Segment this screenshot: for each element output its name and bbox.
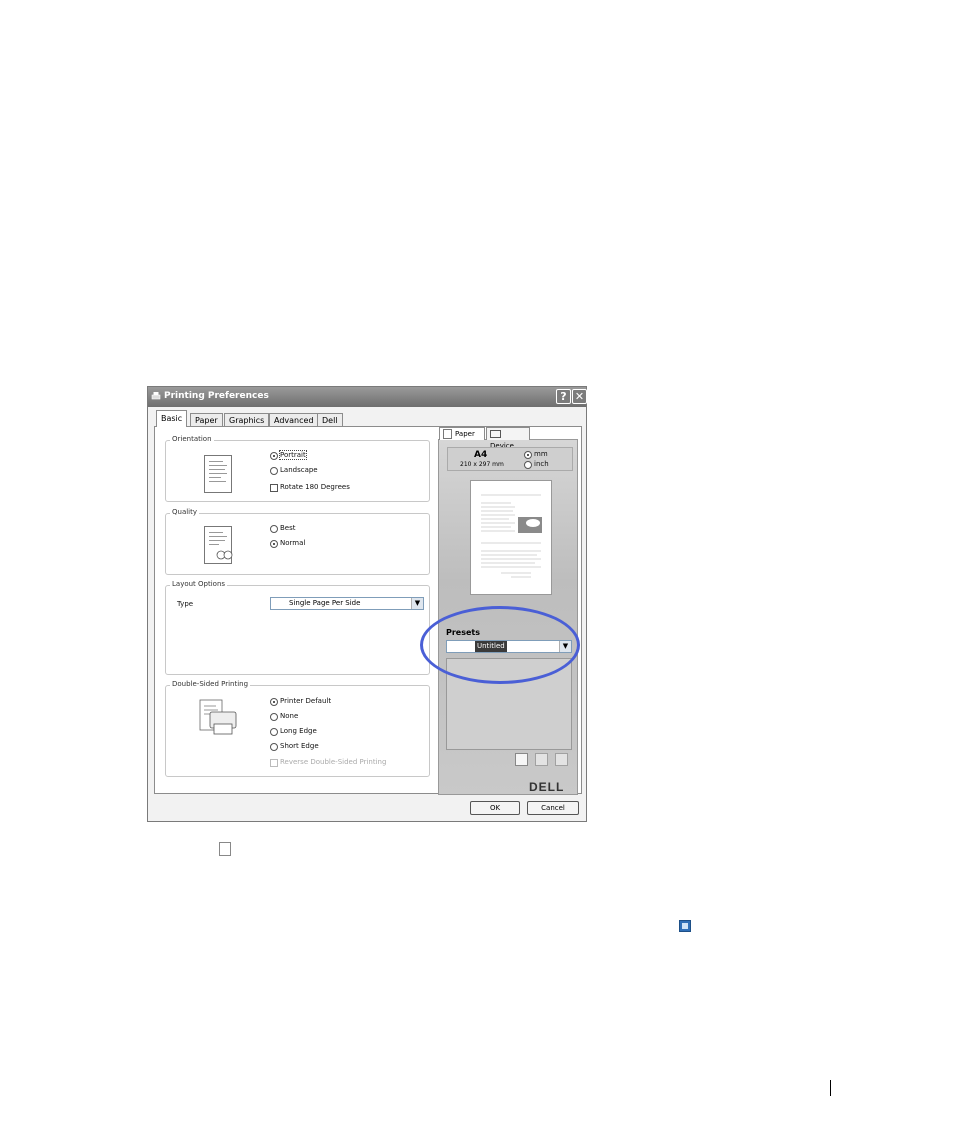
tab-dell[interactable]: Dell <box>317 413 343 426</box>
normal-label[interactable]: Normal <box>280 539 305 547</box>
save-preset-button[interactable] <box>535 753 548 766</box>
short-edge-radio[interactable] <box>270 743 278 751</box>
landscape-radio[interactable] <box>270 467 278 475</box>
dell-logo: DELL <box>529 780 565 794</box>
orientation-title: Orientation <box>170 435 214 443</box>
page-preview <box>470 480 552 595</box>
tab-preview-device[interactable]: Device <box>486 427 530 450</box>
long-edge-label[interactable]: Long Edge <box>280 727 317 735</box>
device-icon <box>490 430 501 438</box>
layout-type-select[interactable]: Single Page Per Side ▼ <box>270 597 424 610</box>
presets-highlight-ellipse <box>420 606 580 684</box>
tab-preview-paper-label: Paper <box>455 430 475 438</box>
quality-page-icon <box>204 526 233 564</box>
quality-group: Quality Best Normal <box>165 508 430 575</box>
help-button[interactable]: ? <box>556 389 571 404</box>
landscape-label[interactable]: Landscape <box>280 466 318 474</box>
double-sided-title: Double-Sided Printing <box>170 680 251 688</box>
none-radio[interactable] <box>270 713 278 721</box>
portrait-label[interactable]: Portrait <box>279 450 307 460</box>
printer-icon <box>151 392 161 400</box>
close-button[interactable]: ✕ <box>572 389 587 404</box>
unit-mm-radio[interactable] <box>524 451 532 459</box>
page-preview-content <box>481 494 542 578</box>
paper-info-box: A4 210 x 297 mm mm inch <box>447 447 573 471</box>
help-shortcut-icon <box>679 920 691 932</box>
unit-inch-radio[interactable] <box>524 461 532 469</box>
page-margin-marker <box>830 1080 831 1096</box>
layout-type-value: Single Page Per Side <box>289 599 361 607</box>
best-label[interactable]: Best <box>280 524 296 532</box>
duplex-printer-icon <box>199 699 237 735</box>
reverse-duplex-label[interactable]: Reverse Double-Sided Printing <box>280 758 386 766</box>
new-preset-icon <box>219 842 231 856</box>
title-bar[interactable]: Printing Preferences ? ✕ <box>148 387 587 407</box>
printer-default-label[interactable]: Printer Default <box>280 697 331 705</box>
ok-button[interactable]: OK <box>470 801 520 815</box>
cancel-button[interactable]: Cancel <box>527 801 579 815</box>
paper-icon <box>443 429 452 439</box>
layout-options-title: Layout Options <box>170 580 228 588</box>
paper-dimensions: 210 x 297 mm <box>460 461 504 468</box>
orientation-group: Orientation Portrait Landscape Rotate 18… <box>165 435 430 502</box>
layout-options-group: Layout Options Type Single Page Per Side… <box>165 580 430 675</box>
delete-preset-button[interactable] <box>555 753 568 766</box>
quality-title: Quality <box>170 508 200 516</box>
quality-dots-icon <box>216 550 233 560</box>
short-edge-label[interactable]: Short Edge <box>280 742 319 750</box>
layout-type-label: Type <box>177 600 194 608</box>
double-sided-group: Double-Sided Printing Printer Default No… <box>165 680 430 777</box>
printing-preferences-dialog: Printing Preferences ? ✕ Basic Paper Gra… <box>147 386 587 822</box>
portrait-radio[interactable] <box>270 452 278 460</box>
rotate-180-label[interactable]: Rotate 180 Degrees <box>280 483 350 491</box>
best-radio[interactable] <box>270 525 278 533</box>
rotate-180-checkbox[interactable] <box>270 484 278 492</box>
normal-radio[interactable] <box>270 540 278 548</box>
new-preset-button[interactable] <box>515 753 528 766</box>
unit-mm-label[interactable]: mm <box>534 450 548 458</box>
reverse-duplex-checkbox[interactable] <box>270 759 278 767</box>
tab-graphics[interactable]: Graphics <box>224 413 270 426</box>
tab-basic[interactable]: Basic <box>156 410 188 427</box>
paper-size: A4 <box>474 450 488 460</box>
window-title: Printing Preferences <box>164 391 269 401</box>
long-edge-radio[interactable] <box>270 728 278 736</box>
none-label[interactable]: None <box>280 712 298 720</box>
tab-paper[interactable]: Paper <box>190 413 223 426</box>
printer-default-radio[interactable] <box>270 698 278 706</box>
unit-inch-label[interactable]: inch <box>534 460 549 468</box>
chevron-down-icon[interactable]: ▼ <box>411 598 423 609</box>
tab-advanced[interactable]: Advanced <box>269 413 319 426</box>
portrait-page-icon <box>204 455 232 493</box>
tab-preview-paper[interactable]: Paper <box>439 427 485 440</box>
